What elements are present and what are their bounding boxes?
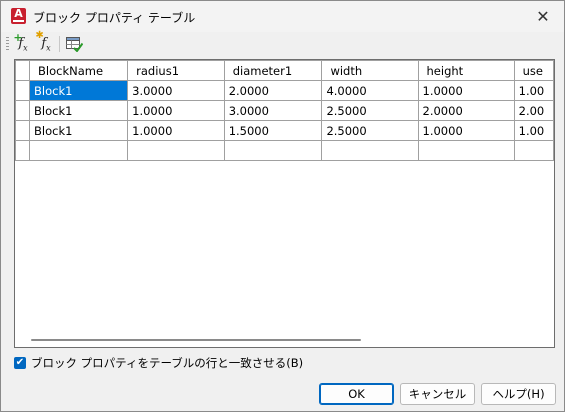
table-cell[interactable]: 2.0000 (417, 100, 515, 121)
table-cell[interactable] (127, 140, 225, 161)
table-row: Block1 1.0000 3.0000 2.5000 2.0000 2.00 (15, 100, 554, 121)
table-row: Block1 1.0000 1.5000 2.5000 1.0000 1.00 (15, 120, 554, 141)
table-cell[interactable]: 2.5000 (321, 120, 419, 141)
horizontal-scrollbar[interactable] (31, 339, 361, 341)
corner-header (15, 60, 30, 81)
table-cell[interactable] (321, 140, 419, 161)
table-cell[interactable]: 1.00 (513, 80, 554, 101)
toolbar-grip (6, 37, 9, 52)
table-row: Block1 3.0000 2.0000 4.0000 1.0000 1.00 (15, 80, 554, 101)
match-rows-option[interactable]: ✔ ブロック プロパティをテーブルの行と一致させる(B) (14, 355, 303, 371)
title-bar: A ブロック プロパティ テーブル ✕ (1, 1, 564, 32)
table-cell[interactable] (417, 140, 515, 161)
column-header[interactable]: use (513, 60, 554, 81)
help-button[interactable]: ヘルプ(H) (481, 383, 556, 405)
header-row: BlockName radius1 diameter1 width height… (15, 60, 554, 81)
close-button[interactable]: ✕ (528, 3, 558, 29)
add-parameter-icon: + fx (13, 30, 28, 53)
match-rows-checkbox[interactable]: ✔ (14, 357, 26, 369)
row-header[interactable] (15, 140, 30, 161)
cancel-button[interactable]: キャンセル (400, 383, 475, 405)
table-cell-selected[interactable]: Block1 (28, 80, 129, 101)
column-header[interactable]: radius1 (127, 60, 225, 81)
table-cell[interactable]: 2.5000 (321, 100, 419, 121)
properties-grid: BlockName radius1 diameter1 width height… (14, 59, 555, 348)
new-user-parameter-icon: ✱ fx (35, 29, 51, 53)
table-cell[interactable] (223, 140, 323, 161)
table-cell[interactable]: Block1 (28, 100, 129, 121)
toolbar-separator (59, 36, 60, 52)
table-cell[interactable]: 1.0000 (127, 100, 225, 121)
table-cell[interactable]: 1.0000 (127, 120, 225, 141)
properties-table: BlockName radius1 diameter1 width height… (15, 60, 554, 161)
table-cell[interactable]: Block1 (28, 120, 129, 141)
table-cell[interactable]: 4.0000 (321, 80, 419, 101)
column-header[interactable]: width (321, 60, 419, 81)
audit-table-button[interactable] (63, 34, 85, 54)
toolbar: + fx ✱ fx (3, 29, 561, 55)
new-user-parameter-button[interactable]: ✱ fx (35, 29, 57, 54)
dialog-title: ブロック プロパティ テーブル (33, 11, 196, 25)
table-cell[interactable]: 2.0000 (223, 80, 323, 101)
table-cell[interactable]: 1.5000 (223, 120, 323, 141)
column-header[interactable]: BlockName (28, 60, 129, 81)
row-header[interactable] (15, 120, 30, 141)
column-header[interactable]: height (417, 60, 515, 81)
autocad-app-icon: A (11, 8, 26, 24)
column-header[interactable]: diameter1 (223, 60, 323, 81)
audit-table-icon (65, 36, 83, 52)
block-properties-table-dialog: A ブロック プロパティ テーブル ✕ + fx ✱ fx BlockName … (0, 0, 565, 412)
table-cell[interactable]: 2.00 (513, 100, 554, 121)
table-cell[interactable]: 1.0000 (417, 120, 515, 141)
table-cell[interactable]: 1.00 (513, 120, 554, 141)
row-header[interactable] (15, 80, 30, 101)
table-row-new (15, 140, 554, 161)
add-parameter-button[interactable]: + fx (12, 30, 34, 54)
table-cell[interactable]: 1.0000 (417, 80, 515, 101)
table-cell[interactable] (513, 140, 554, 161)
table-cell[interactable] (28, 140, 129, 161)
row-header[interactable] (15, 100, 30, 121)
table-cell[interactable]: 3.0000 (127, 80, 225, 101)
match-rows-label: ブロック プロパティをテーブルの行と一致させる(B) (31, 356, 304, 370)
ok-button[interactable]: OK (319, 383, 394, 405)
table-cell[interactable]: 3.0000 (223, 100, 323, 121)
